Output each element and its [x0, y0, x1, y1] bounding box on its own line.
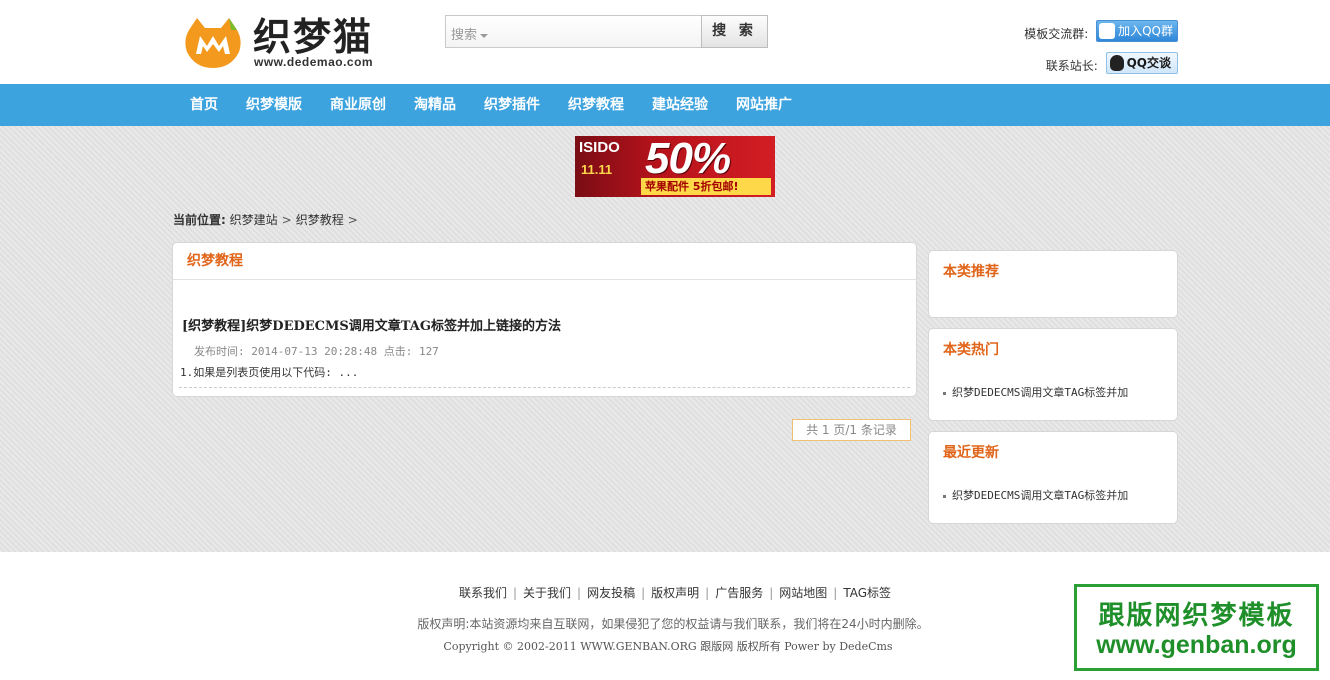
chevron-down-icon	[480, 33, 489, 38]
logo-url: www.dedemao.com	[254, 55, 374, 69]
bullet-icon	[943, 391, 946, 395]
watermark-line2: www.genban.org	[1096, 631, 1297, 659]
qq-group-label: 模板交流群:	[1024, 26, 1089, 41]
breadcrumb-item-site[interactable]: 织梦建站	[230, 213, 278, 227]
logo-text: 织梦猫	[253, 14, 374, 59]
separator: |	[833, 586, 838, 600]
hot-list-item[interactable]: 织梦DEDECMS调用文章TAG标签并加	[943, 384, 1128, 400]
search-bar: 搜索 搜 索	[445, 15, 768, 48]
article-excerpt: 1.如果是列表页使用以下代码: ...	[180, 366, 359, 379]
article-meta: 发布时间: 2014-07-13 20:28:48 点击: 127	[194, 345, 439, 358]
qq-group-row: 模板交流群: 加入QQ群	[1024, 20, 1178, 42]
divider	[179, 387, 910, 388]
ad-banner[interactable]: ISIDO 11.11 50% 苹果配件 5折包邮!	[575, 136, 775, 197]
separator: |	[512, 586, 518, 600]
cat-logo-icon	[185, 18, 241, 68]
recommend-heading: 本类推荐	[943, 264, 999, 280]
footer-link-ads[interactable]: 广告服务	[715, 586, 763, 600]
watermark-line1: 跟版网织梦模板	[1098, 601, 1295, 631]
join-qq-group-button[interactable]: 加入QQ群	[1096, 20, 1178, 42]
latest-list-item[interactable]: 织梦DEDECMS调用文章TAG标签并加	[943, 487, 1128, 503]
article-list-panel: 织梦教程 [织梦教程]织梦DEDECMS调用文章TAG标签并加上链接的方法 发布…	[172, 242, 917, 397]
article-title-link[interactable]: [织梦教程]织梦DEDECMS调用文章TAG标签并加上链接的方法	[182, 315, 561, 334]
breadcrumb-label: 当前位置:	[173, 213, 226, 227]
footer-link-sitemap[interactable]: 网站地图	[779, 586, 827, 600]
panel-heading: 织梦教程	[173, 243, 916, 280]
separator: |	[577, 586, 582, 600]
nav-item-tutorials[interactable]: 织梦教程	[554, 84, 638, 126]
site-header: 织梦猫 www.dedemao.com 搜索 搜 索 模板交流群: 加入QQ群 …	[0, 0, 1330, 84]
nav-item-boutique[interactable]: 淘精品	[400, 84, 470, 126]
qq-admin-row: 联系站长: QQ交谈	[1046, 52, 1178, 74]
separator: |	[705, 586, 710, 600]
site-logo[interactable]: 织梦猫 www.dedemao.com	[183, 14, 393, 74]
contact-area: 模板交流群: 加入QQ群 联系站长: QQ交谈	[978, 20, 1178, 80]
watermark-badge: 跟版网织梦模板 www.genban.org	[1074, 584, 1319, 671]
nav-item-plugins[interactable]: 织梦插件	[470, 84, 554, 126]
breadcrumb: 当前位置: 织梦建站 > 织梦教程 >	[173, 211, 362, 228]
nav-item-templates[interactable]: 织梦模版	[232, 84, 316, 126]
qq-chat-button[interactable]: QQ交谈	[1105, 52, 1178, 74]
banner-date: 11.11	[581, 162, 613, 177]
nav-item-promotion[interactable]: 网站推广	[722, 84, 806, 126]
nav-item-home[interactable]: 首页	[176, 84, 232, 126]
main-nav: 首页 织梦模版 商业原创 淘精品 织梦插件 织梦教程 建站经验 网站推广	[0, 84, 1330, 126]
nav-item-original[interactable]: 商业原创	[316, 84, 400, 126]
qq-penguin-icon	[1109, 54, 1124, 71]
bullet-icon	[943, 494, 946, 498]
separator: |	[769, 586, 774, 600]
breadcrumb-item-tutorials[interactable]: 织梦教程	[296, 213, 344, 227]
pagination-info: 共 1 页/1 条记录	[792, 419, 911, 441]
latest-box: 最近更新 织梦DEDECMS调用文章TAG标签并加	[928, 431, 1178, 524]
nav-item-experience[interactable]: 建站经验	[638, 84, 722, 126]
search-input[interactable]: 搜索	[445, 15, 703, 48]
hot-heading: 本类热门	[943, 342, 999, 358]
qq-admin-label: 联系站长:	[1045, 58, 1098, 73]
banner-brand: ISIDO	[579, 139, 620, 156]
chevron-right-icon: >	[281, 213, 292, 227]
footer-link-contact[interactable]: 联系我们	[459, 586, 507, 600]
footer-link-copyright[interactable]: 版权声明	[651, 586, 699, 600]
search-button[interactable]: 搜 索	[701, 15, 768, 48]
banner-discount: 50%	[645, 136, 731, 183]
banner-promo: 苹果配件 5折包邮!	[641, 178, 771, 195]
latest-heading: 最近更新	[943, 445, 999, 461]
footer-link-tags[interactable]: TAG标签	[843, 586, 891, 600]
footer-link-about[interactable]: 关于我们	[523, 586, 571, 600]
footer-link-submit[interactable]: 网友投稿	[587, 586, 635, 600]
separator: |	[641, 586, 646, 600]
qq-group-icon	[1099, 22, 1116, 39]
search-placeholder: 搜索	[451, 24, 489, 43]
recommend-box: 本类推荐	[928, 250, 1178, 318]
hot-box: 本类热门 织梦DEDECMS调用文章TAG标签并加	[928, 328, 1178, 421]
chevron-right-icon: >	[347, 213, 358, 227]
